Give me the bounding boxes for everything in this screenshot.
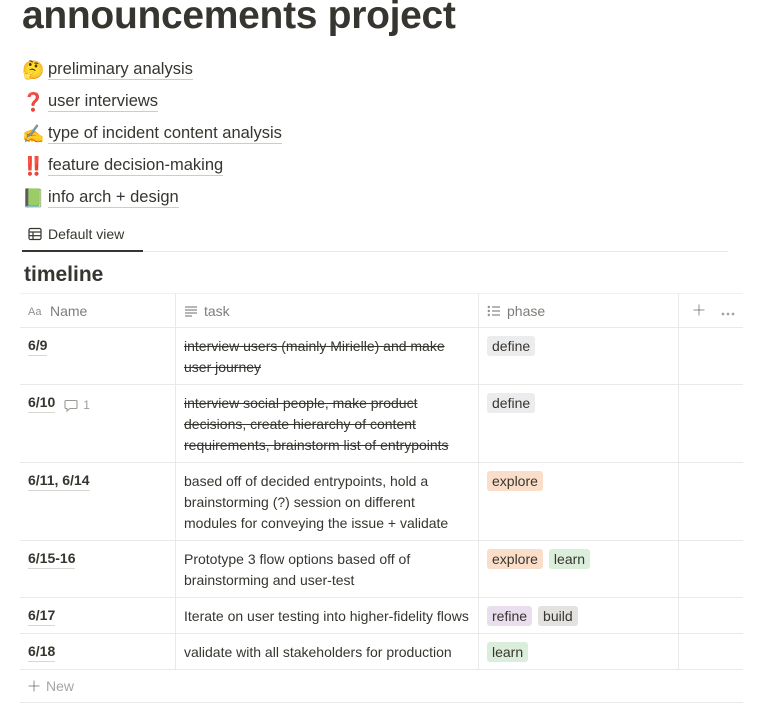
cell-empty	[679, 463, 743, 540]
column-label: task	[204, 302, 230, 319]
phase-tag: learn	[548, 549, 591, 569]
green-book-icon: 📗	[22, 188, 45, 208]
double-exclamation-icon: ‼️	[22, 156, 45, 176]
cell-empty	[679, 634, 743, 669]
cell-empty	[679, 328, 743, 384]
column-header-name[interactable]: Aa Name	[20, 294, 176, 327]
multi-select-icon	[487, 305, 501, 317]
phase-tags: learn	[487, 642, 670, 662]
column-header-phase[interactable]: phase	[479, 294, 679, 327]
link-content-analysis[interactable]: ✍️ type of incident content analysis	[22, 118, 282, 150]
table-row[interactable]: 6/9 interview users (mainly Mirielle) and…	[20, 328, 743, 385]
page-title: announcements project	[22, 0, 456, 37]
column-header-actions	[679, 294, 743, 327]
page-links-list: 🤔 preliminary analysis ❓ user interviews…	[22, 54, 282, 214]
row-title[interactable]: 6/10	[28, 393, 56, 413]
tab-default-view[interactable]: Default view	[22, 218, 143, 252]
comment-icon	[64, 399, 78, 412]
cell-empty	[679, 385, 743, 462]
table-row[interactable]: 6/18 validate with all stakeholders for p…	[20, 634, 743, 670]
row-title[interactable]: 6/11, 6/14	[28, 471, 90, 491]
link-label[interactable]: info arch + design	[48, 188, 179, 208]
table-icon	[28, 227, 42, 241]
writing-hand-icon: ✍️	[22, 124, 45, 144]
new-row-button[interactable]: New	[20, 670, 743, 703]
phase-tag: refine	[487, 606, 533, 626]
cell-phase[interactable]: define	[479, 328, 679, 384]
svg-text:Aa: Aa	[28, 306, 42, 317]
row-title[interactable]: 6/17	[28, 606, 56, 626]
phase-tag: explore	[487, 471, 543, 491]
plus-icon	[28, 680, 40, 692]
phase-tag: define	[487, 393, 536, 413]
cell-empty	[679, 598, 743, 633]
text-property-icon: Aa	[28, 305, 44, 317]
comment-count: 1	[83, 398, 90, 412]
cell-task[interactable]: validate with all stakeholders for produ…	[176, 634, 479, 669]
cell-phase[interactable]: learn	[479, 634, 679, 669]
cell-empty	[679, 541, 743, 597]
phase-tags: define	[487, 336, 670, 356]
new-row-label: New	[46, 678, 75, 694]
link-label[interactable]: user interviews	[48, 92, 159, 112]
link-preliminary-analysis[interactable]: 🤔 preliminary analysis	[22, 54, 282, 86]
phase-tags: refine build	[487, 606, 670, 626]
column-label: phase	[507, 302, 546, 319]
table-header: Aa Name task phase	[20, 293, 743, 328]
cell-phase[interactable]: explore	[479, 463, 679, 540]
cell-phase[interactable]: refine build	[479, 598, 679, 633]
link-label[interactable]: type of incident content analysis	[48, 124, 282, 144]
timeline-table: Aa Name task phase 6/9 interview users (m…	[20, 293, 743, 703]
phase-tag: learn	[487, 642, 529, 662]
cell-name[interactable]: 6/15-16	[20, 541, 176, 597]
cell-task[interactable]: Prototype 3 flow options based off of br…	[176, 541, 479, 597]
link-label[interactable]: preliminary analysis	[48, 60, 193, 80]
table-row[interactable]: 6/11, 6/14 based off of decided entrypoin…	[20, 463, 743, 541]
cell-task[interactable]: Iterate on user testing into higher-fide…	[176, 598, 479, 633]
table-row[interactable]: 6/17 Iterate on user testing into higher-…	[20, 598, 743, 634]
tab-label: Default view	[48, 226, 125, 242]
column-label: Name	[50, 302, 88, 319]
comment-indicator[interactable]: 1	[64, 395, 90, 416]
cell-task[interactable]: interview social people, make product de…	[176, 385, 479, 462]
link-user-interviews[interactable]: ❓ user interviews	[22, 86, 282, 118]
cell-task[interactable]: based off of decided entrypoints, hold a…	[176, 463, 479, 540]
table-body: 6/9 interview users (mainly Mirielle) and…	[20, 328, 743, 670]
more-options-icon[interactable]	[721, 303, 735, 319]
row-title[interactable]: 6/9	[28, 336, 48, 356]
link-feature-decision-making[interactable]: ‼️ feature decision-making	[22, 150, 282, 182]
database-title[interactable]: timeline	[24, 263, 103, 287]
phase-tag: define	[487, 336, 536, 356]
phase-tag: build	[538, 606, 578, 626]
question-mark-icon: ❓	[22, 92, 45, 112]
phase-tags: explore learn	[487, 549, 670, 569]
cell-phase[interactable]: explore learn	[479, 541, 679, 597]
cell-name[interactable]: 6/10 1	[20, 385, 176, 462]
cell-task[interactable]: interview users (mainly Mirielle) and ma…	[176, 328, 479, 384]
cell-name[interactable]: 6/9	[20, 328, 176, 384]
phase-tags: define	[487, 393, 670, 413]
cell-phase[interactable]: define	[479, 385, 679, 462]
add-property-icon[interactable]	[693, 303, 705, 319]
text-lines-icon	[184, 305, 198, 317]
table-row[interactable]: 6/15-16 Prototype 3 flow options based of…	[20, 541, 743, 598]
table-row[interactable]: 6/10 1 interview social people, make produ…	[20, 385, 743, 463]
link-info-arch-design[interactable]: 📗 info arch + design	[22, 182, 282, 214]
row-title[interactable]: 6/18	[28, 642, 56, 662]
cell-name[interactable]: 6/17	[20, 598, 176, 633]
row-title[interactable]: 6/15-16	[28, 549, 76, 569]
view-tabs: Default view	[22, 218, 728, 252]
phase-tags: explore	[487, 471, 670, 491]
thinking-face-icon: 🤔	[22, 60, 45, 80]
link-label[interactable]: feature decision-making	[48, 156, 224, 176]
column-header-task[interactable]: task	[176, 294, 479, 327]
phase-tag: explore	[487, 549, 543, 569]
cell-name[interactable]: 6/11, 6/14	[20, 463, 176, 540]
cell-name[interactable]: 6/18	[20, 634, 176, 669]
